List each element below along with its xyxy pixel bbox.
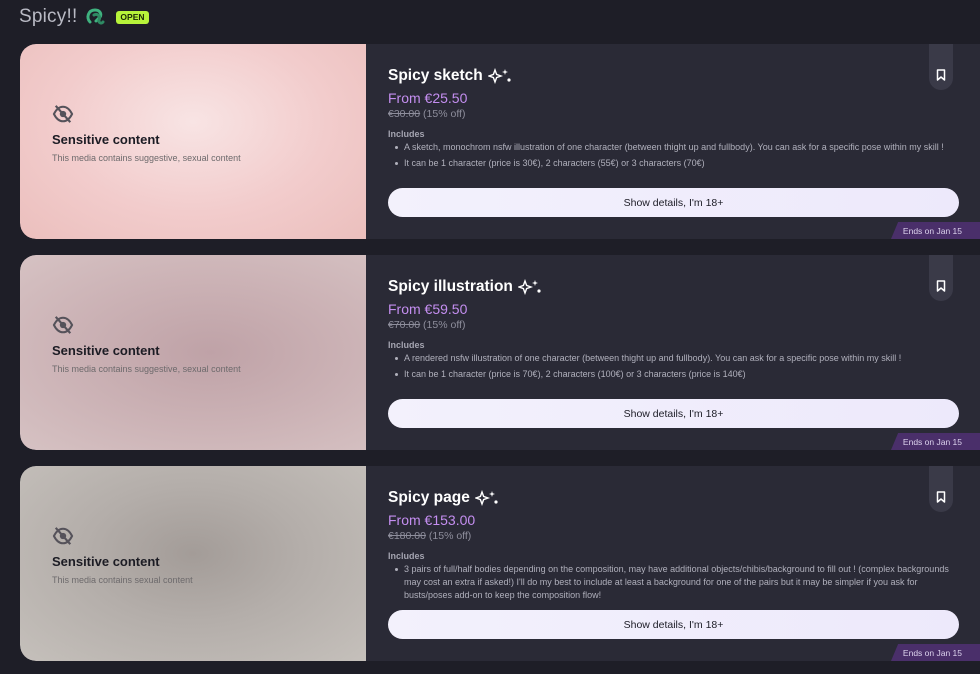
discount-label: (15% off) [428, 530, 472, 542]
list-item: A sketch, monochrom nsfw illustration of… [388, 141, 953, 154]
eye-off-icon [52, 105, 74, 123]
shop-header: Spicy!! OPEN [19, 4, 149, 30]
commission-card: Sensitive content This media contains su… [20, 44, 980, 239]
list-item: It can be 1 character (price is 70€), 2 … [388, 368, 953, 381]
includes-label: Includes [388, 129, 425, 139]
sensitive-title: Sensitive content [52, 343, 160, 358]
sensitive-description: This media contains suggestive, sexual c… [52, 153, 241, 163]
original-price: €180.00 [388, 530, 426, 542]
includes-label: Includes [388, 551, 425, 561]
sparkle-icon [474, 490, 498, 506]
shop-title[interactable]: Spicy!! [19, 6, 77, 28]
ends-badge: Ends on Jan 15 [891, 433, 980, 450]
bookmark-icon [936, 69, 946, 81]
shop-logo-icon [86, 8, 105, 25]
item-title[interactable]: Spicy sketch [388, 67, 512, 85]
item-title-text: Spicy sketch [388, 67, 483, 84]
discount-label: (15% off) [423, 108, 466, 120]
list-item: It can be 1 character (price is 30€), 2 … [388, 157, 953, 170]
price-old: €180.00 (15% off) [388, 530, 471, 542]
sensitive-media[interactable]: Sensitive content This media contains se… [20, 466, 366, 661]
eye-off-icon [52, 316, 74, 334]
item-title[interactable]: Spicy page [388, 489, 499, 507]
item-title[interactable]: Spicy illustration [388, 278, 542, 296]
commission-card: Sensitive content This media contains su… [20, 255, 980, 450]
item-title-text: Spicy page [388, 489, 470, 506]
show-details-button[interactable]: Show details, I'm 18+ [388, 399, 959, 428]
original-price: €30.00 [388, 108, 421, 120]
sensitive-media[interactable]: Sensitive content This media contains su… [20, 44, 366, 239]
item-title-text: Spicy illustration [388, 278, 513, 295]
original-price: €70.00 [388, 319, 421, 331]
price-from: From €25.50 [388, 90, 468, 106]
status-badge: OPEN [116, 10, 149, 24]
price-from: From €59.50 [388, 301, 468, 317]
ends-badge: Ends on Jan 15 [891, 222, 980, 239]
includes-list: 3 pairs of full/half bodies depending on… [388, 563, 953, 603]
sensitive-description: This media contains sexual content [52, 575, 193, 585]
includes-list: A sketch, monochrom nsfw illustration of… [388, 141, 953, 181]
includes-list: A rendered nsfw illustration of one char… [388, 352, 953, 392]
show-details-button[interactable]: Show details, I'm 18+ [388, 188, 959, 217]
sparkle-icon [517, 279, 541, 295]
sparkle-icon [487, 68, 511, 84]
sensitive-title: Sensitive content [52, 132, 160, 147]
bookmark-icon [936, 491, 946, 503]
sensitive-title: Sensitive content [52, 554, 160, 569]
price-old: €30.00 (15% off) [388, 108, 465, 120]
eye-off-icon [52, 527, 74, 545]
bookmark-button[interactable] [929, 466, 953, 512]
bookmark-button[interactable] [929, 255, 953, 301]
discount-label: (15% off) [423, 319, 466, 331]
bookmark-button[interactable] [929, 44, 953, 90]
includes-label: Includes [388, 340, 425, 350]
price-from: From €153.00 [388, 512, 476, 528]
list-item: A rendered nsfw illustration of one char… [388, 352, 953, 365]
commission-card: Sensitive content This media contains se… [20, 466, 980, 661]
show-details-button[interactable]: Show details, I'm 18+ [388, 610, 959, 639]
ends-badge: Ends on Jan 15 [891, 644, 980, 661]
sensitive-description: This media contains suggestive, sexual c… [52, 364, 241, 374]
list-item: 3 pairs of full/half bodies depending on… [388, 563, 953, 602]
price-old: €70.00 (15% off) [388, 319, 465, 331]
bookmark-icon [936, 280, 946, 292]
sensitive-media[interactable]: Sensitive content This media contains su… [20, 255, 366, 450]
